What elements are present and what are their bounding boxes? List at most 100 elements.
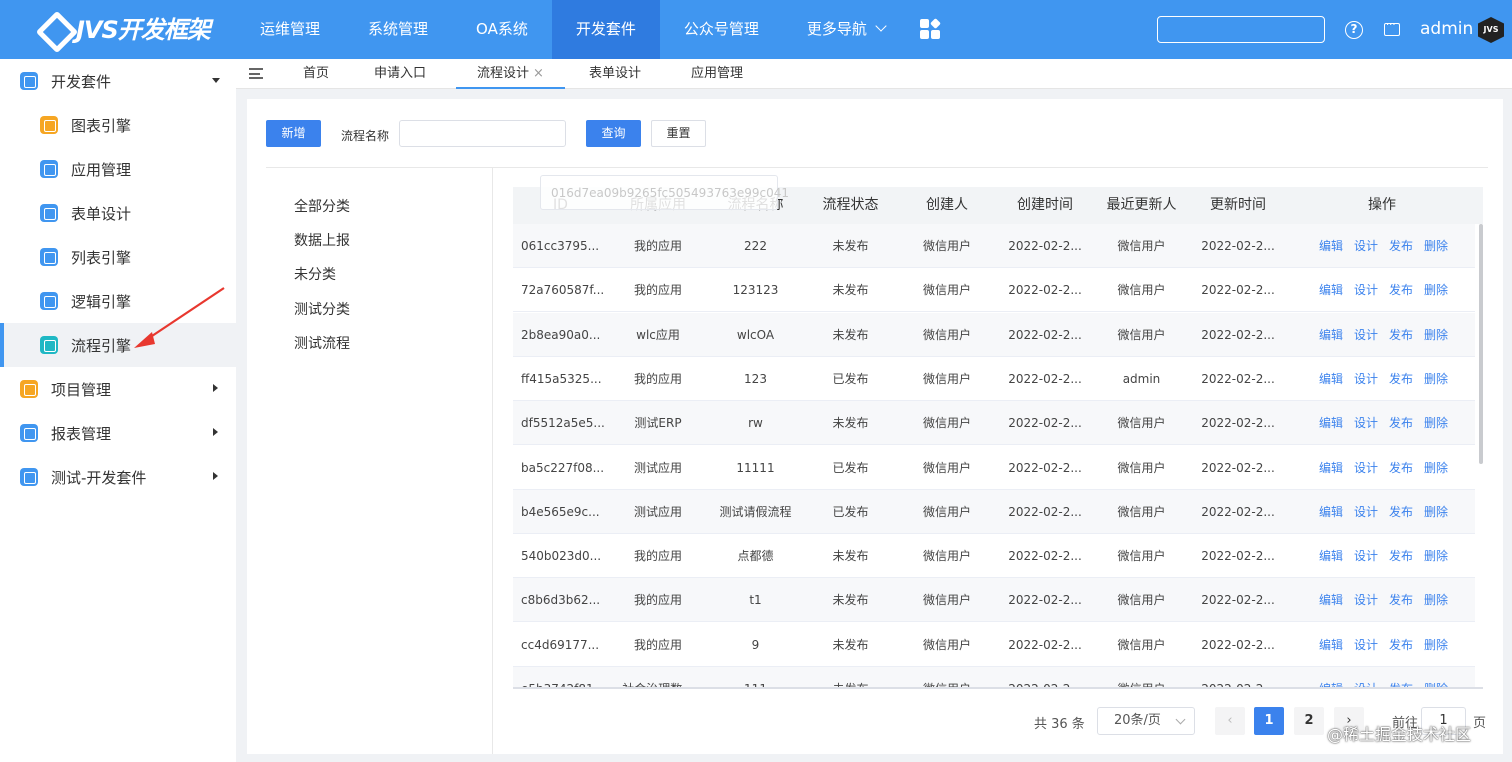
publish-action[interactable]: 发布 (1389, 446, 1413, 490)
delete-action[interactable]: 删除 (1424, 268, 1448, 312)
table-row[interactable]: ba5c227f08... 测试应用 11111 已发布 微信用户 2022-02-2..… (513, 446, 1475, 490)
avatar[interactable]: JVS (1478, 17, 1504, 43)
query-button[interactable]: 查询 (586, 120, 641, 147)
nav-item-wechat[interactable]: 公众号管理 (660, 0, 783, 59)
nav-item-more[interactable]: 更多导航 (783, 0, 909, 59)
nav-item-ops[interactable]: 运维管理 (236, 0, 344, 59)
design-action[interactable]: 设计 (1354, 446, 1378, 490)
tab-apply-entry[interactable]: 申请入口 (362, 59, 438, 89)
category-test-flow[interactable]: 测试流程 (294, 333, 350, 353)
table-row[interactable]: 2b8ea90a0... wlc应用 wlcOA 未发布 微信用户 2022-02-2..… (513, 312, 1475, 357)
sidebar-group-label: 测试-开发套件 (51, 468, 147, 487)
design-action[interactable]: 设计 (1354, 224, 1378, 268)
sidebar-group-test-dev-kit[interactable]: 测试-开发套件 (0, 455, 236, 499)
category-test[interactable]: 测试分类 (294, 299, 350, 319)
nav-item-oa[interactable]: OA系统 (452, 0, 552, 59)
sidebar-item-form-design[interactable]: 表单设计 (0, 191, 236, 235)
design-action[interactable]: 设计 (1354, 490, 1378, 534)
delete-action[interactable]: 删除 (1424, 357, 1448, 401)
horizontal-scrollbar[interactable] (513, 687, 1483, 689)
publish-action[interactable]: 发布 (1389, 534, 1413, 578)
category-uncategorized[interactable]: 未分类 (294, 264, 336, 284)
category-data-report[interactable]: 数据上报 (294, 230, 350, 250)
edit-action[interactable]: 编辑 (1319, 224, 1343, 268)
sidebar-group-project[interactable]: 项目管理 (0, 367, 236, 411)
sidebar-item-chart-engine[interactable]: 图表引擎 (0, 103, 236, 147)
app-grid-icon[interactable] (920, 18, 942, 41)
table-row[interactable]: 061cc3795... 我的应用 222 未发布 微信用户 2022-02-2... 微信… (513, 224, 1475, 268)
tab-form-design[interactable]: 表单设计 (577, 59, 653, 89)
delete-action[interactable]: 删除 (1424, 578, 1448, 622)
tab-flow-design[interactable]: 流程设计 × (456, 59, 565, 89)
sidebar-group-dev-kit[interactable]: 开发套件 (0, 59, 236, 103)
vertical-scrollbar[interactable] (1479, 224, 1483, 464)
publish-action[interactable]: 发布 (1389, 578, 1413, 622)
close-icon[interactable]: × (533, 66, 544, 81)
delete-action[interactable]: 删除 (1424, 623, 1448, 667)
tab-home[interactable]: 首页 (291, 59, 341, 89)
table-row[interactable]: 540b023d0... 我的应用 点都德 未发布 微信用户 2022-02-2... 微信… (513, 534, 1475, 579)
edit-action[interactable]: 编辑 (1319, 623, 1343, 667)
delete-action[interactable]: 删除 (1424, 313, 1448, 357)
table-row[interactable]: e5b3742f81...社会治理数...111未发布微信用户2022-02-2… (513, 667, 1475, 687)
edit-action[interactable]: 编辑 (1319, 534, 1343, 578)
page-button-2[interactable]: 2 (1294, 707, 1324, 735)
publish-action[interactable]: 发布 (1389, 313, 1413, 357)
sidebar-item-app-management[interactable]: 应用管理 (0, 147, 236, 191)
sidebar-group-report[interactable]: 报表管理 (0, 411, 236, 455)
menu-toggle-icon[interactable] (249, 68, 263, 79)
design-action[interactable]: 设计 (1354, 401, 1378, 445)
design-action[interactable]: 设计 (1354, 667, 1378, 687)
table-row[interactable]: 72a760587f... 我的应用 123123 未发布 微信用户 2022-02-2.… (513, 268, 1475, 313)
table-row[interactable]: df5512a5e5... 测试ERP rw 未发布 微信用户 2022-02-2... 微… (513, 401, 1475, 446)
edit-action[interactable]: 编辑 (1319, 268, 1343, 312)
publish-action[interactable]: 发布 (1389, 490, 1413, 534)
edit-action[interactable]: 编辑 (1319, 401, 1343, 445)
prev-page-button[interactable]: ‹ (1215, 707, 1245, 735)
sidebar-item-list-engine[interactable]: 列表引擎 (0, 235, 236, 279)
nav-item-dev-kit[interactable]: 开发套件 (551, 0, 660, 59)
message-icon[interactable] (1384, 20, 1400, 36)
delete-action[interactable]: 删除 (1424, 490, 1448, 534)
nav-item-system[interactable]: 系统管理 (344, 0, 452, 59)
delete-action[interactable]: 删除 (1424, 401, 1448, 445)
page-button-1[interactable]: 1 (1254, 707, 1284, 735)
table-row[interactable]: b4e565e9c... 测试应用 测试请假流程 已发布 微信用户 2022-02-2..… (513, 489, 1475, 534)
delete-action[interactable]: 删除 (1424, 534, 1448, 578)
design-action[interactable]: 设计 (1354, 313, 1378, 357)
delete-action[interactable]: 删除 (1424, 446, 1448, 490)
publish-action[interactable]: 发布 (1389, 401, 1413, 445)
publish-action[interactable]: 发布 (1389, 224, 1413, 268)
cell-id: 72a760587f... (521, 283, 605, 298)
publish-action[interactable]: 发布 (1389, 623, 1413, 667)
table-row[interactable]: c8b6d3b62... 我的应用 t1 未发布 微信用户 2022-02-2... 微信用… (513, 578, 1475, 623)
tab-app-management[interactable]: 应用管理 (679, 59, 755, 89)
design-action[interactable]: 设计 (1354, 578, 1378, 622)
design-action[interactable]: 设计 (1354, 623, 1378, 667)
add-button[interactable]: 新增 (266, 120, 321, 147)
table-row[interactable]: cc4d69177... 我的应用 9 未发布 微信用户 2022-02-2... 微信用户… (513, 623, 1475, 667)
table-row[interactable]: ff415a5325... 我的应用 123 已发布 微信用户 2022-02-2... a… (513, 357, 1475, 401)
edit-action[interactable]: 编辑 (1319, 667, 1343, 687)
design-action[interactable]: 设计 (1354, 357, 1378, 401)
edit-action[interactable]: 编辑 (1319, 357, 1343, 401)
app-logo[interactable]: JVS开发框架 (36, 10, 211, 45)
global-search-input[interactable] (1157, 16, 1325, 43)
publish-action[interactable]: 发布 (1389, 667, 1413, 687)
edit-action[interactable]: 编辑 (1319, 313, 1343, 357)
edit-action[interactable]: 编辑 (1319, 446, 1343, 490)
delete-action[interactable]: 删除 (1424, 224, 1448, 268)
page-size-select[interactable]: 20条/页 (1097, 707, 1195, 735)
user-name[interactable]: admin (1420, 19, 1473, 39)
publish-action[interactable]: 发布 (1389, 268, 1413, 312)
edit-action[interactable]: 编辑 (1319, 490, 1343, 534)
category-all[interactable]: 全部分类 (294, 196, 350, 216)
publish-action[interactable]: 发布 (1389, 357, 1413, 401)
flow-name-input[interactable] (399, 120, 566, 147)
help-icon[interactable]: ? (1345, 21, 1363, 39)
delete-action[interactable]: 删除 (1424, 667, 1448, 687)
design-action[interactable]: 设计 (1354, 534, 1378, 578)
reset-button[interactable]: 重置 (651, 120, 706, 147)
edit-action[interactable]: 编辑 (1319, 578, 1343, 622)
design-action[interactable]: 设计 (1354, 268, 1378, 312)
